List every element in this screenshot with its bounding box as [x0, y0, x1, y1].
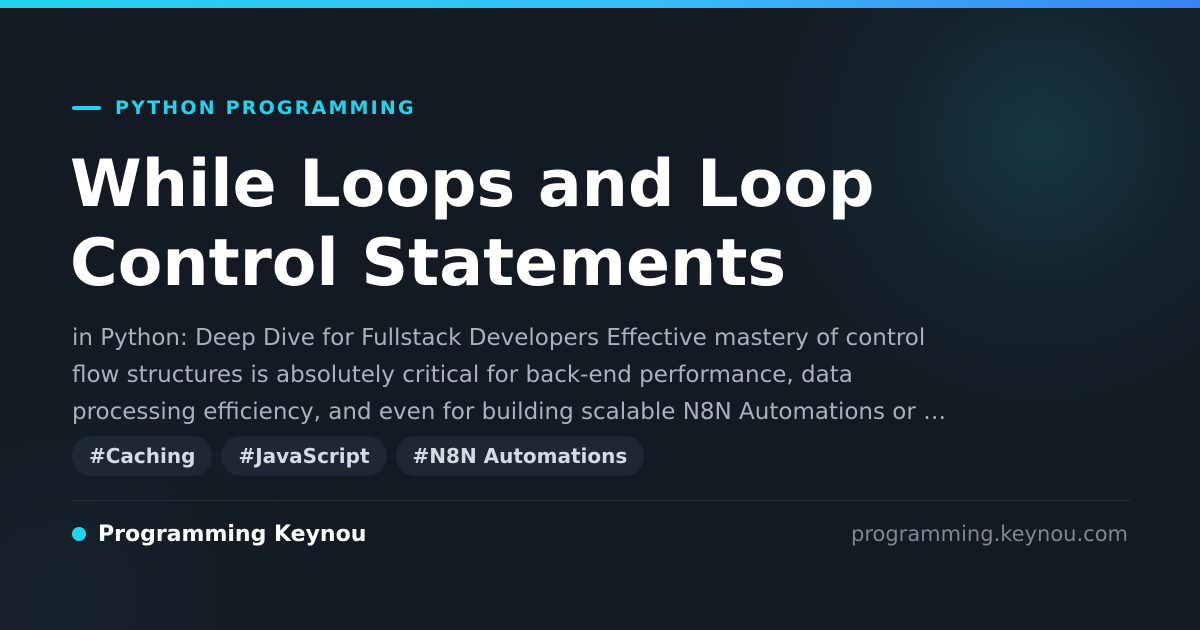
- brand[interactable]: Programming Keynou: [72, 519, 366, 549]
- category-kicker: PYTHON PROGRAMMING: [72, 96, 416, 120]
- title-line: While Loops and Loop: [70, 147, 875, 222]
- title-line: Control Statements: [70, 226, 787, 301]
- tag-pill-caching[interactable]: #Caching: [72, 436, 213, 476]
- post-excerpt: in Python: Deep Dive for Fullstack Devel…: [72, 320, 1082, 431]
- footer-divider: [72, 500, 1130, 501]
- tag-pill-n8n-automations[interactable]: #N8N Automations: [395, 436, 645, 476]
- excerpt-line: in Python: Deep Dive for Fullstack Devel…: [72, 325, 926, 351]
- brand-dot-icon: [72, 527, 86, 541]
- tag-pill-javascript[interactable]: #JavaScript: [221, 436, 387, 476]
- excerpt-line: processing efficiency, and even for buil…: [72, 399, 947, 425]
- accent-dash: [72, 106, 101, 110]
- brand-name: Programming Keynou: [98, 521, 367, 547]
- top-accent-bar: [0, 0, 1200, 8]
- tag-list: #Caching #JavaScript #N8N Automations: [72, 436, 645, 476]
- excerpt-line: flow structures is absolutely critical f…: [72, 362, 853, 388]
- category-label: PYTHON PROGRAMMING: [115, 97, 416, 119]
- post-title: While Loops and Loop Control Statements: [70, 145, 1070, 303]
- site-url[interactable]: programming.keynou.com: [851, 519, 1128, 549]
